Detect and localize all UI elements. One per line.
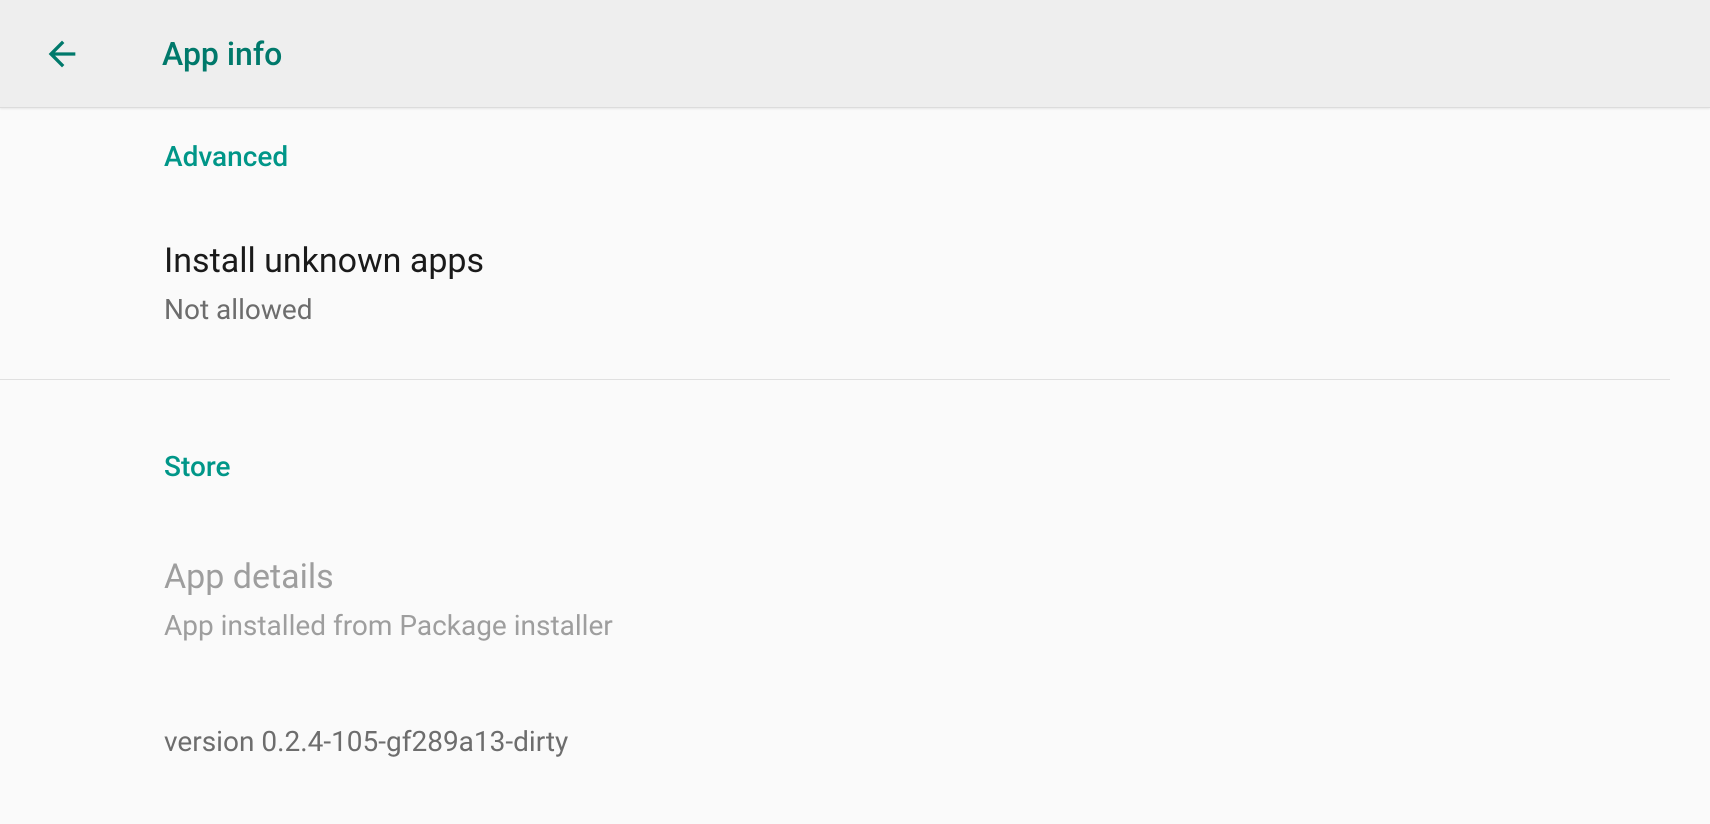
section-header-store: Store <box>164 380 1670 493</box>
version-item: version 0.2.4-105-gf289a13-dirty <box>164 681 1670 788</box>
arrow-back-icon <box>42 34 82 74</box>
install-unknown-subtitle: Not allowed <box>164 291 1670 329</box>
version-text: version 0.2.4-105-gf289a13-dirty <box>164 725 1670 758</box>
app-details-item: App details App installed from Package i… <box>164 493 1670 681</box>
install-unknown-apps-item[interactable]: Install unknown apps Not allowed <box>164 183 1670 371</box>
page-title: App info <box>162 35 282 73</box>
app-details-subtitle: App installed from Package installer <box>164 607 1670 645</box>
section-header-advanced: Advanced <box>164 108 1670 183</box>
install-unknown-title: Install unknown apps <box>164 239 1670 283</box>
app-details-title: App details <box>164 555 1670 599</box>
back-button[interactable] <box>38 30 86 78</box>
app-bar: App info <box>0 0 1710 108</box>
content-area: Advanced Install unknown apps Not allowe… <box>0 108 1710 788</box>
